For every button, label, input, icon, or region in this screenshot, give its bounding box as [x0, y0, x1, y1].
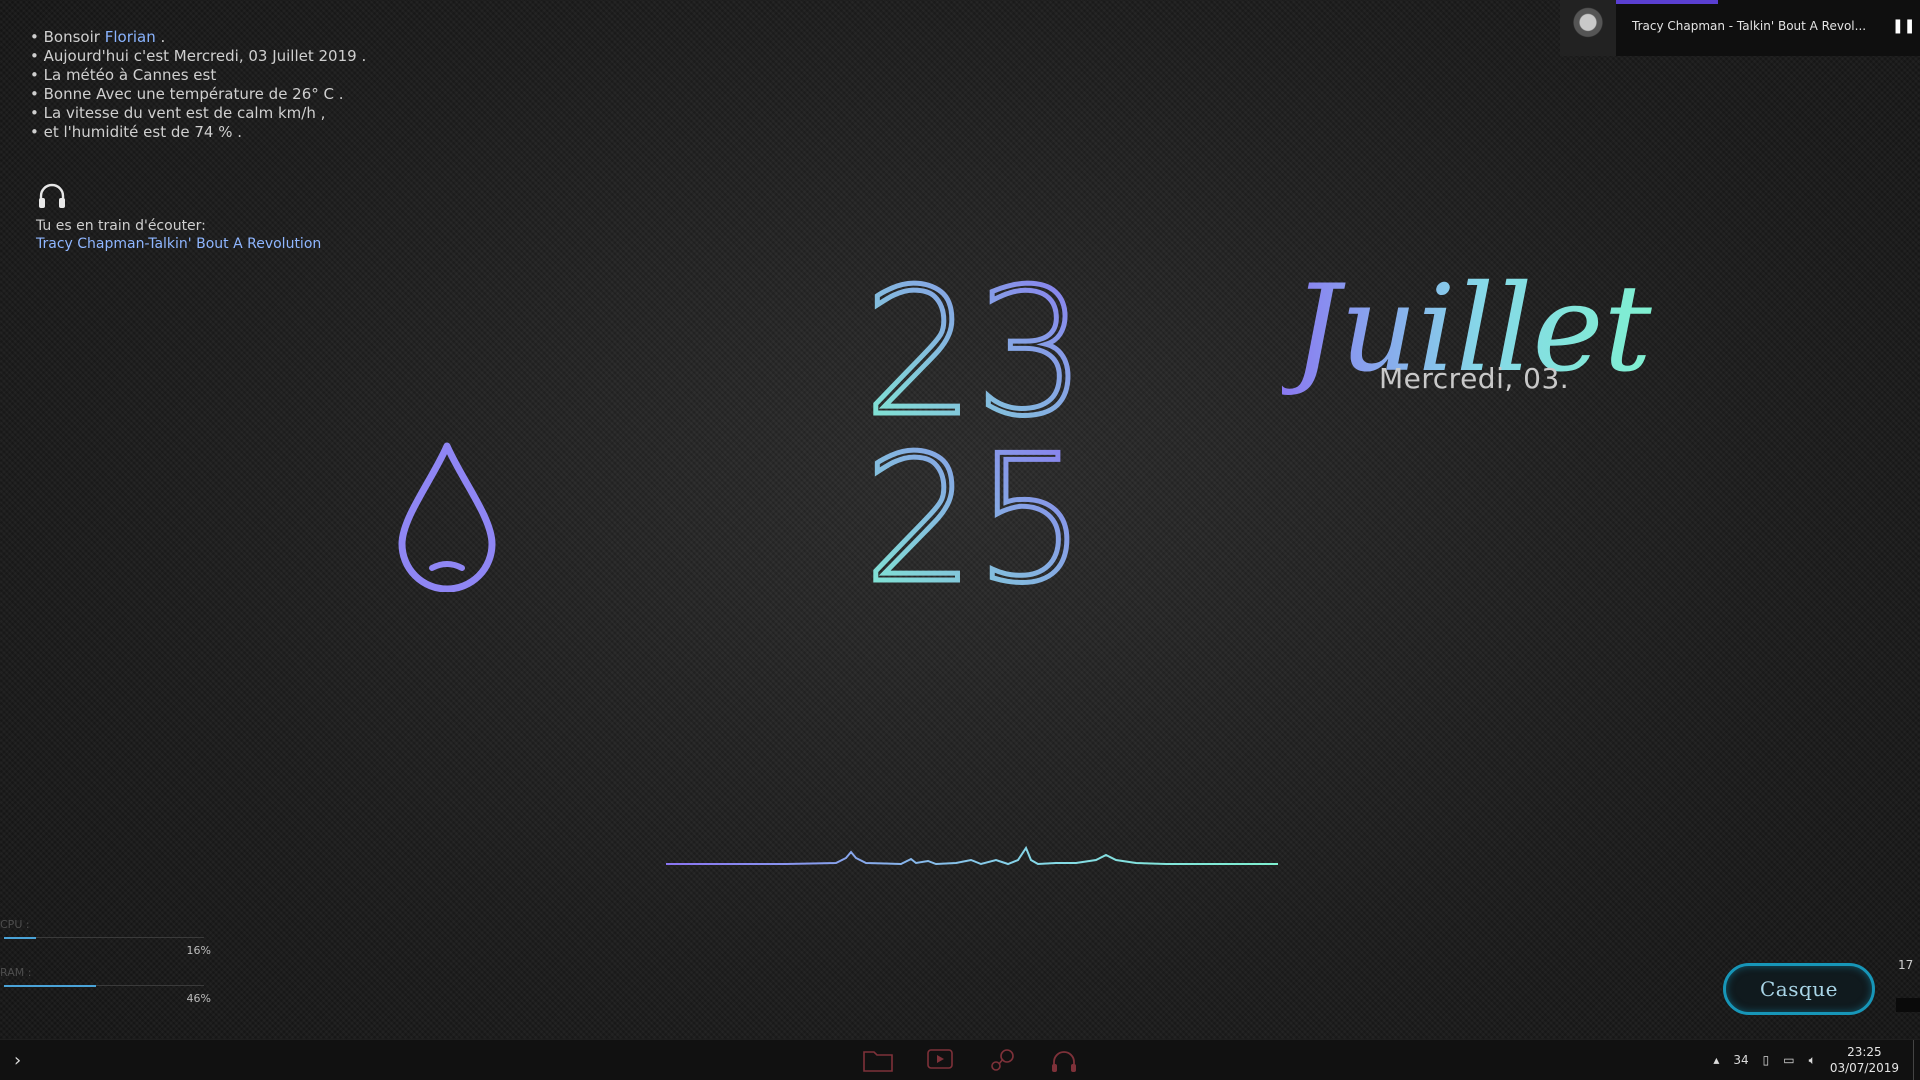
- chevron-right-icon[interactable]: ›: [14, 1050, 21, 1071]
- audio-device-button[interactable]: Casque: [1723, 963, 1875, 1015]
- listening-song[interactable]: Tracy Chapman-Talkin' Bout A Revolution: [36, 236, 321, 252]
- battery-icon[interactable]: ▯: [1763, 1053, 1770, 1067]
- ram-percent: 46%: [186, 992, 211, 1005]
- ram-meter: RAM : 46%: [0, 966, 215, 1014]
- cpu-percent: 16%: [186, 944, 211, 957]
- humidity-line: • et l'humidité est de 74 % .: [30, 123, 243, 141]
- date-line: • Aujourd'hui c'est Mercredi, 03 Juillet…: [30, 47, 367, 65]
- tray-time: 23:25: [1847, 1045, 1882, 1059]
- media-player: Tracy Chapman - Talkin' Bout A Revol... …: [1560, 0, 1920, 56]
- user-name: Florian: [104, 28, 156, 46]
- cpu-label: CPU :: [0, 918, 30, 931]
- steam-icon[interactable]: [984, 1044, 1020, 1076]
- media-icon[interactable]: [922, 1044, 958, 1076]
- media-title: Tracy Chapman - Talkin' Bout A Revol...: [1632, 19, 1867, 33]
- temperature-line: • Bonne Avec une température de 26° C .: [30, 85, 344, 103]
- wind-line: • La vitesse du vent est de calm km/h ,: [30, 104, 326, 122]
- ram-label: RAM :: [0, 966, 32, 979]
- pause-icon[interactable]: ❚❚: [1892, 18, 1915, 34]
- system-tray: ▴ 34 ▯ ▭ 🔈︎ 23:25 03/07/2019: [1713, 1040, 1920, 1080]
- audio-visualizer: [666, 845, 1278, 866]
- clock-minutes: 25: [864, 419, 1087, 595]
- cpu-fill: [4, 937, 36, 939]
- ram-fill: [4, 985, 96, 987]
- big-clock: 23 25: [861, 265, 1089, 595]
- system-meters: CPU : 16% RAM : 46%: [0, 918, 215, 1014]
- greeting-line: • Bonsoir Florian .: [30, 28, 166, 46]
- show-desktop-button[interactable]: [1913, 1040, 1920, 1080]
- weather-city-line: • La météo à Cannes est: [30, 66, 217, 84]
- volume-icon[interactable]: 🔈︎: [1809, 1053, 1816, 1068]
- media-progress-bar: [1616, 0, 1718, 4]
- month-script: Juillet: [1282, 260, 1652, 399]
- side-block: [1896, 998, 1920, 1012]
- water-drop-icon: [398, 442, 496, 592]
- date-subtitle: Mercredi, 03.: [1379, 362, 1570, 395]
- now-listening-panel: Tu es en train d'écouter: Tracy Chapman-…: [36, 180, 321, 252]
- tray-date: 03/07/2019: [1829, 1061, 1899, 1075]
- tray-chevron-up-icon[interactable]: ▴: [1713, 1053, 1719, 1067]
- listening-label: Tu es en train d'écouter:: [36, 218, 206, 234]
- tray-clock[interactable]: 23:25 03/07/2019: [1830, 1044, 1899, 1076]
- greeting-panel: • Bonsoir Florian . • Aujourd'hui c'est …: [30, 28, 366, 142]
- taskbar-apps: [860, 1044, 1082, 1076]
- album-art[interactable]: [1560, 0, 1616, 56]
- tray-count[interactable]: 34: [1733, 1053, 1748, 1067]
- taskbar: › ▴ 34 ▯ ▭ 🔈︎ 23:25 03/07/2019: [0, 1039, 1920, 1080]
- folder-icon[interactable]: [860, 1044, 896, 1076]
- headphones-icon: [39, 183, 65, 208]
- cpu-meter: CPU : 16%: [0, 918, 215, 966]
- headphones-icon[interactable]: [1046, 1044, 1082, 1076]
- side-number: 17: [1898, 958, 1914, 972]
- network-icon[interactable]: ▭: [1783, 1053, 1794, 1067]
